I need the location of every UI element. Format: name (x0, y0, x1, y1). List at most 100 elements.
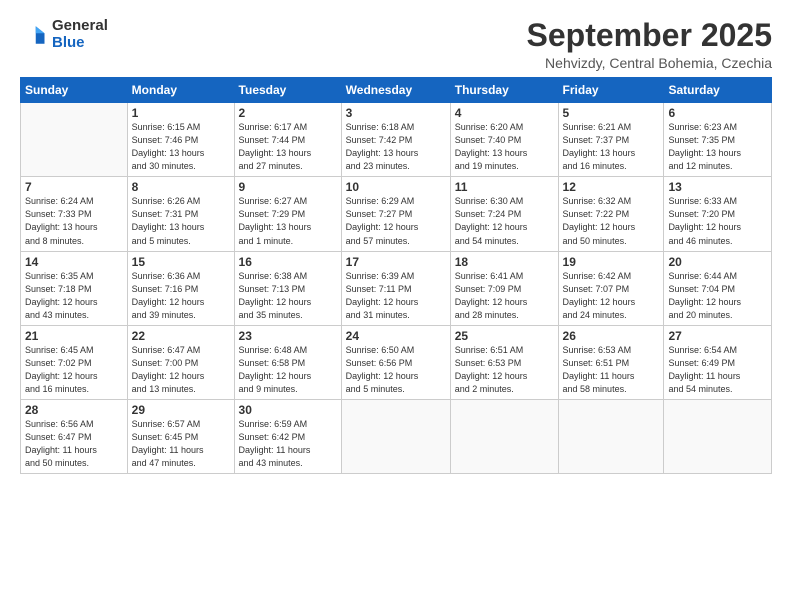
day-info: Sunrise: 6:27 AM Sunset: 7:29 PM Dayligh… (239, 195, 337, 247)
day-info: Sunrise: 6:21 AM Sunset: 7:37 PM Dayligh… (563, 121, 660, 173)
day-number: 20 (668, 255, 767, 269)
calendar-day-cell: 25Sunrise: 6:51 AM Sunset: 6:53 PM Dayli… (450, 325, 558, 399)
day-number: 21 (25, 329, 123, 343)
day-number: 11 (455, 180, 554, 194)
calendar-body: 1Sunrise: 6:15 AM Sunset: 7:46 PM Daylig… (21, 103, 772, 474)
calendar-day-cell: 15Sunrise: 6:36 AM Sunset: 7:16 PM Dayli… (127, 251, 234, 325)
calendar-day-cell: 27Sunrise: 6:54 AM Sunset: 6:49 PM Dayli… (664, 325, 772, 399)
day-info: Sunrise: 6:29 AM Sunset: 7:27 PM Dayligh… (346, 195, 446, 247)
calendar-header-row: SundayMondayTuesdayWednesdayThursdayFrid… (21, 78, 772, 103)
day-info: Sunrise: 6:15 AM Sunset: 7:46 PM Dayligh… (132, 121, 230, 173)
day-number: 30 (239, 403, 337, 417)
calendar-day-cell: 9Sunrise: 6:27 AM Sunset: 7:29 PM Daylig… (234, 177, 341, 251)
day-info: Sunrise: 6:18 AM Sunset: 7:42 PM Dayligh… (346, 121, 446, 173)
day-number: 9 (239, 180, 337, 194)
day-number: 15 (132, 255, 230, 269)
day-info: Sunrise: 6:36 AM Sunset: 7:16 PM Dayligh… (132, 270, 230, 322)
calendar-day-cell: 7Sunrise: 6:24 AM Sunset: 7:33 PM Daylig… (21, 177, 128, 251)
calendar-week-row: 1Sunrise: 6:15 AM Sunset: 7:46 PM Daylig… (21, 103, 772, 177)
calendar-day-cell: 4Sunrise: 6:20 AM Sunset: 7:40 PM Daylig… (450, 103, 558, 177)
day-info: Sunrise: 6:26 AM Sunset: 7:31 PM Dayligh… (132, 195, 230, 247)
calendar-day-cell: 11Sunrise: 6:30 AM Sunset: 7:24 PM Dayli… (450, 177, 558, 251)
day-number: 25 (455, 329, 554, 343)
day-number: 26 (563, 329, 660, 343)
day-info: Sunrise: 6:20 AM Sunset: 7:40 PM Dayligh… (455, 121, 554, 173)
day-info: Sunrise: 6:38 AM Sunset: 7:13 PM Dayligh… (239, 270, 337, 322)
day-number: 6 (668, 106, 767, 120)
calendar-day-cell: 10Sunrise: 6:29 AM Sunset: 7:27 PM Dayli… (341, 177, 450, 251)
calendar-day-cell: 17Sunrise: 6:39 AM Sunset: 7:11 PM Dayli… (341, 251, 450, 325)
day-info: Sunrise: 6:35 AM Sunset: 7:18 PM Dayligh… (25, 270, 123, 322)
calendar-day-cell: 23Sunrise: 6:48 AM Sunset: 6:58 PM Dayli… (234, 325, 341, 399)
calendar-day-cell: 28Sunrise: 6:56 AM Sunset: 6:47 PM Dayli… (21, 399, 128, 473)
day-info: Sunrise: 6:39 AM Sunset: 7:11 PM Dayligh… (346, 270, 446, 322)
calendar-table: SundayMondayTuesdayWednesdayThursdayFrid… (20, 77, 772, 474)
day-info: Sunrise: 6:50 AM Sunset: 6:56 PM Dayligh… (346, 344, 446, 396)
day-number: 1 (132, 106, 230, 120)
calendar-day-header: Monday (127, 78, 234, 103)
calendar-day-cell (341, 399, 450, 473)
day-number: 29 (132, 403, 230, 417)
calendar-day-header: Sunday (21, 78, 128, 103)
calendar-day-header: Friday (558, 78, 664, 103)
title-block: September 2025 Nehvizdy, Central Bohemia… (527, 18, 772, 71)
day-info: Sunrise: 6:56 AM Sunset: 6:47 PM Dayligh… (25, 418, 123, 470)
calendar-day-header: Saturday (664, 78, 772, 103)
calendar-day-cell: 29Sunrise: 6:57 AM Sunset: 6:45 PM Dayli… (127, 399, 234, 473)
calendar-day-cell: 14Sunrise: 6:35 AM Sunset: 7:18 PM Dayli… (21, 251, 128, 325)
location-subtitle: Nehvizdy, Central Bohemia, Czechia (527, 55, 772, 71)
day-number: 14 (25, 255, 123, 269)
calendar-day-cell: 5Sunrise: 6:21 AM Sunset: 7:37 PM Daylig… (558, 103, 664, 177)
day-number: 19 (563, 255, 660, 269)
logo-general-text: General (52, 18, 108, 35)
day-info: Sunrise: 6:30 AM Sunset: 7:24 PM Dayligh… (455, 195, 554, 247)
calendar-day-cell: 24Sunrise: 6:50 AM Sunset: 6:56 PM Dayli… (341, 325, 450, 399)
calendar-day-cell: 13Sunrise: 6:33 AM Sunset: 7:20 PM Dayli… (664, 177, 772, 251)
calendar-day-cell: 1Sunrise: 6:15 AM Sunset: 7:46 PM Daylig… (127, 103, 234, 177)
day-number: 17 (346, 255, 446, 269)
calendar-day-cell (664, 399, 772, 473)
calendar-day-header: Wednesday (341, 78, 450, 103)
day-info: Sunrise: 6:53 AM Sunset: 6:51 PM Dayligh… (563, 344, 660, 396)
day-info: Sunrise: 6:24 AM Sunset: 7:33 PM Dayligh… (25, 195, 123, 247)
day-number: 8 (132, 180, 230, 194)
calendar-day-cell (558, 399, 664, 473)
day-info: Sunrise: 6:33 AM Sunset: 7:20 PM Dayligh… (668, 195, 767, 247)
calendar-day-cell: 22Sunrise: 6:47 AM Sunset: 7:00 PM Dayli… (127, 325, 234, 399)
calendar-day-cell (21, 103, 128, 177)
calendar-day-cell: 26Sunrise: 6:53 AM Sunset: 6:51 PM Dayli… (558, 325, 664, 399)
day-number: 16 (239, 255, 337, 269)
calendar-day-cell: 6Sunrise: 6:23 AM Sunset: 7:35 PM Daylig… (664, 103, 772, 177)
calendar-week-row: 7Sunrise: 6:24 AM Sunset: 7:33 PM Daylig… (21, 177, 772, 251)
calendar-week-row: 28Sunrise: 6:56 AM Sunset: 6:47 PM Dayli… (21, 399, 772, 473)
calendar-day-cell: 2Sunrise: 6:17 AM Sunset: 7:44 PM Daylig… (234, 103, 341, 177)
logo: General Blue (20, 18, 108, 51)
calendar-day-header: Tuesday (234, 78, 341, 103)
day-number: 27 (668, 329, 767, 343)
day-info: Sunrise: 6:44 AM Sunset: 7:04 PM Dayligh… (668, 270, 767, 322)
day-number: 13 (668, 180, 767, 194)
calendar-day-cell: 18Sunrise: 6:41 AM Sunset: 7:09 PM Dayli… (450, 251, 558, 325)
day-number: 24 (346, 329, 446, 343)
day-info: Sunrise: 6:51 AM Sunset: 6:53 PM Dayligh… (455, 344, 554, 396)
day-number: 7 (25, 180, 123, 194)
day-info: Sunrise: 6:57 AM Sunset: 6:45 PM Dayligh… (132, 418, 230, 470)
day-number: 28 (25, 403, 123, 417)
calendar-week-row: 21Sunrise: 6:45 AM Sunset: 7:02 PM Dayli… (21, 325, 772, 399)
calendar-day-cell: 8Sunrise: 6:26 AM Sunset: 7:31 PM Daylig… (127, 177, 234, 251)
day-info: Sunrise: 6:54 AM Sunset: 6:49 PM Dayligh… (668, 344, 767, 396)
calendar-week-row: 14Sunrise: 6:35 AM Sunset: 7:18 PM Dayli… (21, 251, 772, 325)
month-title: September 2025 (527, 18, 772, 53)
day-number: 22 (132, 329, 230, 343)
day-number: 23 (239, 329, 337, 343)
day-number: 2 (239, 106, 337, 120)
day-info: Sunrise: 6:47 AM Sunset: 7:00 PM Dayligh… (132, 344, 230, 396)
day-number: 3 (346, 106, 446, 120)
calendar-day-cell: 20Sunrise: 6:44 AM Sunset: 7:04 PM Dayli… (664, 251, 772, 325)
calendar-day-cell: 21Sunrise: 6:45 AM Sunset: 7:02 PM Dayli… (21, 325, 128, 399)
day-number: 18 (455, 255, 554, 269)
day-number: 12 (563, 180, 660, 194)
day-info: Sunrise: 6:42 AM Sunset: 7:07 PM Dayligh… (563, 270, 660, 322)
calendar-day-cell: 12Sunrise: 6:32 AM Sunset: 7:22 PM Dayli… (558, 177, 664, 251)
calendar-day-cell: 19Sunrise: 6:42 AM Sunset: 7:07 PM Dayli… (558, 251, 664, 325)
